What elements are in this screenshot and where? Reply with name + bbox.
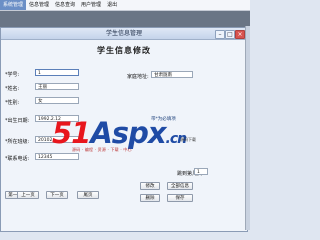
minimize-icon[interactable]: –: [215, 30, 225, 39]
watermark-part-51: 51: [52, 116, 91, 150]
birth-date-label: *出生日期:: [5, 118, 30, 124]
phone-label: *联系电话:: [5, 156, 30, 162]
next-page-button[interactable]: 下一页: [46, 191, 68, 199]
last-page-button[interactable]: 尾页: [77, 191, 99, 199]
name-field[interactable]: 王丽: [35, 83, 79, 90]
watermark-small-text: 源码下载: [180, 137, 196, 142]
modify-button[interactable]: 修改: [140, 182, 160, 190]
class-label: *所在班级:: [5, 139, 30, 145]
name-label: *姓名:: [5, 86, 20, 92]
delete-button[interactable]: 删除: [140, 194, 160, 202]
prev-page-button[interactable]: 上一页: [17, 191, 39, 199]
form-heading: 学生信息修改: [97, 46, 151, 55]
menu-system[interactable]: 系统管理: [0, 0, 27, 10]
student-id-label: *学号:: [5, 72, 20, 78]
window-titlebar[interactable]: 学生信息管理 – □ ×: [1, 28, 247, 40]
page-jump-field[interactable]: 1: [194, 168, 208, 175]
address-field[interactable]: 甘肃陇南: [151, 71, 193, 78]
save-button[interactable]: 保存: [167, 194, 193, 202]
menu-user-manage[interactable]: 用户管理: [78, 0, 104, 10]
address-label: 家庭地址:: [127, 74, 149, 80]
watermark-part-aspx: Aspx: [90, 116, 166, 150]
menu-info-manage[interactable]: 信息管理: [26, 0, 52, 10]
menu-exit[interactable]: 退出: [104, 0, 120, 10]
gender-field[interactable]: 女: [35, 97, 79, 104]
window-title: 学生信息管理: [105, 30, 142, 37]
menu-info-query[interactable]: 信息查询: [52, 0, 78, 10]
watermark-tagline: 源码 · 编程 · 资源 · 下载 · 中心: [72, 147, 132, 152]
menu-bar: 系统管理 信息管理 信息查询 用户管理 退出: [0, 0, 250, 11]
vertical-scrollbar[interactable]: [245, 26, 250, 230]
student-id-field[interactable]: 1: [35, 69, 79, 76]
gender-label: *性别:: [5, 100, 20, 106]
phone-field[interactable]: 12345: [35, 153, 79, 160]
maximize-icon[interactable]: □: [225, 30, 235, 39]
all-info-button[interactable]: 全部信息: [167, 182, 193, 190]
close-icon[interactable]: ×: [235, 30, 245, 39]
